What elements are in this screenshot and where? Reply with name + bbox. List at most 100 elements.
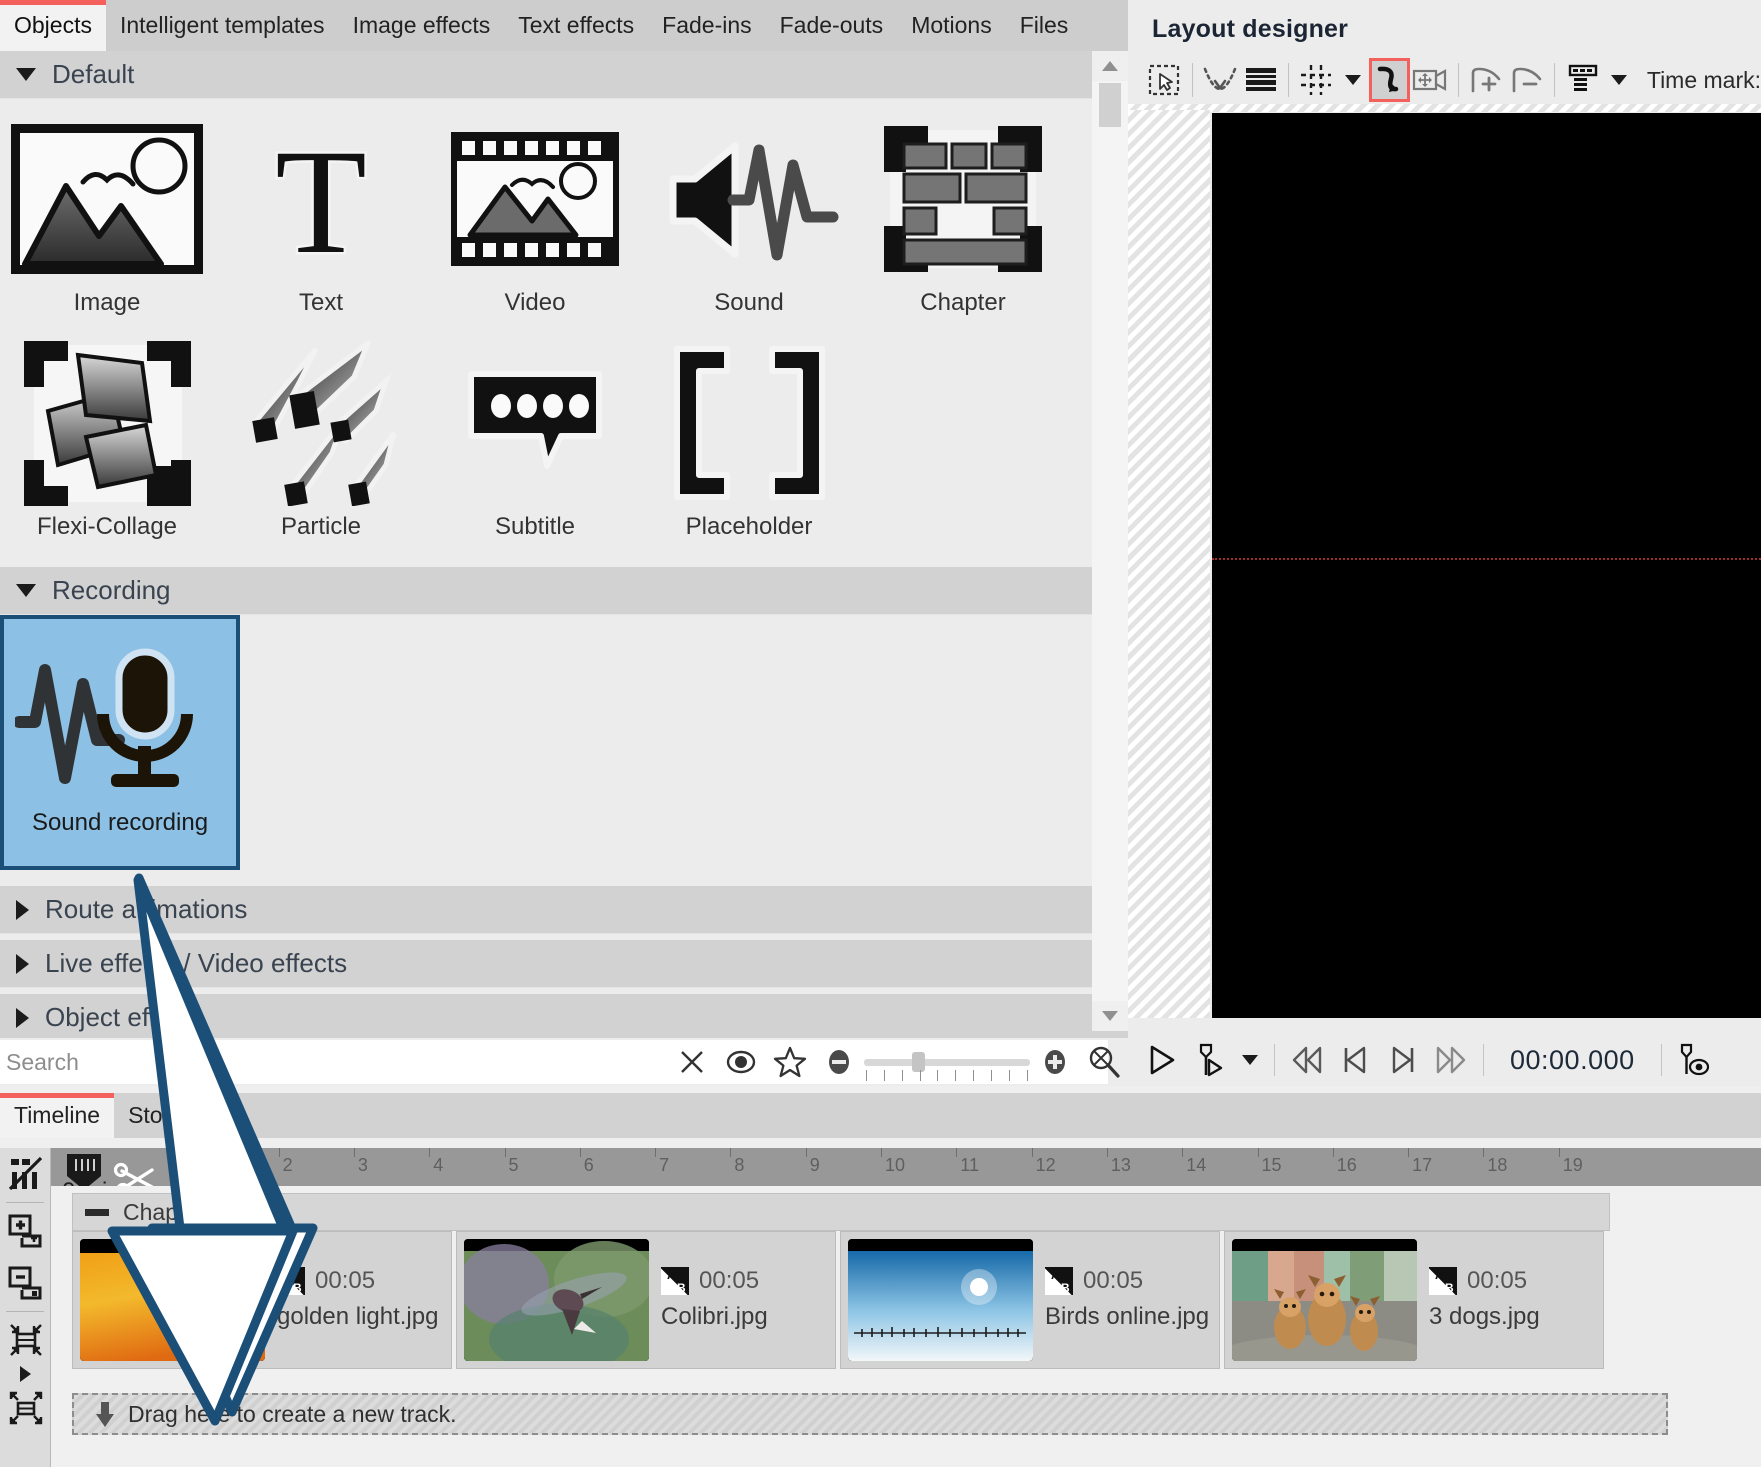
svg-text:B: B: [293, 1281, 302, 1295]
favorites-star-icon[interactable]: [766, 1038, 815, 1086]
chapter-icon: [878, 119, 1048, 279]
timeline-clip[interactable]: A B 00:05 Birds online.jpg: [840, 1231, 1220, 1369]
tab-storyboard[interactable]: Storyboard: [114, 1093, 255, 1138]
toolbar-separator: [1554, 63, 1555, 97]
rewind-button[interactable]: [1283, 1037, 1331, 1083]
ruler-tick: [203, 1148, 204, 1157]
play-from-marker-button[interactable]: [1186, 1037, 1234, 1083]
layers-tool-button[interactable]: [1240, 58, 1281, 102]
section-header-route-animations[interactable]: Route animations: [0, 886, 1128, 934]
object-item-image[interactable]: Image: [0, 111, 214, 321]
svg-text:A: A: [1435, 1268, 1444, 1282]
scroll-down-button[interactable]: [1092, 1001, 1128, 1031]
properties-options-caret-icon[interactable]: [1611, 75, 1627, 85]
object-item-sound-recording[interactable]: Sound recording: [0, 615, 240, 870]
curve-tool-button[interactable]: [1369, 58, 1410, 102]
track-height-caret-icon[interactable]: [0, 1366, 50, 1382]
section-header-live-effects[interactable]: Live effects / Video effects: [0, 940, 1128, 988]
remove-track-tool-button[interactable]: [0, 1257, 51, 1309]
clip-filename: Birds online.jpg: [1045, 1303, 1209, 1331]
duration-text: 00:05: [1467, 1267, 1527, 1295]
object-item-sound[interactable]: Sound: [642, 111, 856, 321]
tab-image-effects[interactable]: Image effects: [339, 0, 505, 51]
tab-objects[interactable]: Objects: [0, 0, 106, 51]
slider-track: [864, 1059, 1030, 1066]
track-label: Chapter 1: [123, 1199, 224, 1226]
grid-tool-button[interactable]: [1296, 58, 1337, 102]
object-item-placeholder[interactable]: Placeholder: [642, 335, 856, 545]
object-item-subtitle[interactable]: Subtitle: [428, 335, 642, 545]
marker-preview-toggle-button[interactable]: [1670, 1037, 1718, 1083]
object-row: Flexi-Collage: [0, 335, 1128, 545]
tab-fade-outs[interactable]: Fade-outs: [766, 0, 898, 51]
camera-move-tool-button[interactable]: [1410, 58, 1451, 102]
time-mark-label: Time mark:: [1647, 67, 1761, 94]
tab-fade-ins[interactable]: Fade-ins: [648, 0, 765, 51]
timecode-display[interactable]: 00:00.000: [1510, 1045, 1635, 1076]
ruler-tick-label: 2: [283, 1155, 293, 1176]
add-keyframe-tool-button[interactable]: [1466, 58, 1507, 102]
tab-intelligent-templates[interactable]: Intelligent templates: [106, 0, 339, 51]
object-item-chapter[interactable]: Chapter: [856, 111, 1070, 321]
selection-tool-button[interactable]: [1144, 58, 1185, 102]
zoom-in-button[interactable]: [1030, 1038, 1079, 1086]
add-track-tool-button[interactable]: [0, 1205, 51, 1257]
object-item-particle[interactable]: Particle: [214, 335, 428, 545]
clip-filename: Colibri.jpg: [661, 1303, 768, 1331]
grid-options-caret-icon[interactable]: [1345, 75, 1361, 85]
object-item-flexi-collage[interactable]: Flexi-Collage: [0, 335, 214, 545]
tab-motions[interactable]: Motions: [897, 0, 1006, 51]
expand-track-tool-button[interactable]: [0, 1382, 51, 1434]
section-header-recording[interactable]: Recording: [0, 567, 1128, 615]
subtitle-icon: [465, 343, 605, 503]
play-button[interactable]: [1138, 1037, 1186, 1083]
clear-search-button[interactable]: [668, 1038, 717, 1086]
preview-canvas[interactable]: [1212, 113, 1761, 1018]
remove-keyframe-tool-button[interactable]: [1506, 58, 1547, 102]
chevron-down-icon: [1102, 1011, 1118, 1021]
slider-knob[interactable]: [912, 1052, 925, 1072]
path-motion-tool-button[interactable]: [1200, 58, 1241, 102]
toolbar-separator: [1288, 63, 1289, 97]
object-item-text[interactable]: T Text: [214, 111, 428, 321]
preview-hatch-left: [1128, 110, 1210, 1018]
reset-zoom-magnifier-icon[interactable]: [1079, 1038, 1128, 1086]
scrollbar-thumb[interactable]: [1099, 83, 1121, 127]
zoom-out-button[interactable]: [815, 1038, 864, 1086]
new-track-dropzone[interactable]: Drag here to create a new track.: [72, 1393, 1668, 1435]
tab-label: Image effects: [353, 12, 491, 39]
scroll-up-button[interactable]: [1092, 51, 1128, 81]
play-options-caret-icon[interactable]: [1242, 1055, 1258, 1065]
tab-timeline[interactable]: Timeline: [0, 1093, 114, 1138]
objects-panel-scrollbar[interactable]: [1092, 51, 1128, 1031]
properties-tool-button[interactable]: [1562, 58, 1603, 102]
svg-text:B: B: [1445, 1281, 1454, 1295]
section-title: Live effects / Video effects: [45, 948, 347, 979]
tab-label: Files: [1020, 12, 1069, 39]
tab-files[interactable]: Files: [1006, 0, 1083, 51]
collapse-track-icon[interactable]: [85, 1209, 109, 1216]
search-tools: [668, 1038, 1128, 1086]
next-button[interactable]: [1379, 1037, 1427, 1083]
track-header[interactable]: Chapter 1: [72, 1193, 1610, 1231]
object-item-video[interactable]: Video: [428, 111, 642, 321]
previous-button[interactable]: [1331, 1037, 1379, 1083]
object-label: Subtitle: [495, 513, 575, 541]
section-header-default[interactable]: Default: [0, 51, 1128, 99]
ruler-tick-label: 3: [358, 1155, 368, 1176]
svg-text:A: A: [1051, 1268, 1060, 1282]
fast-forward-button[interactable]: [1427, 1037, 1475, 1083]
preview-eye-icon[interactable]: [717, 1038, 766, 1086]
ruler-tick-label: 12: [1036, 1155, 1056, 1176]
zoom-slider[interactable]: [864, 1042, 1030, 1082]
timeline-clip[interactable]: A B 00:05 golden light.jpg: [72, 1231, 452, 1369]
timeline-clip[interactable]: A B 00:05 Colibri.jpg: [456, 1231, 836, 1369]
timeline-clip[interactable]: A B 00:05 3 dogs.jpg: [1224, 1231, 1604, 1369]
section-header-object-effects[interactable]: Object effects: [0, 994, 1128, 1042]
ruler-tick-label: 18: [1487, 1155, 1507, 1176]
tab-text-effects[interactable]: Text effects: [504, 0, 648, 51]
mute-track-tool-button[interactable]: [0, 1148, 51, 1200]
timeline-ruler[interactable]: 12345678910111213141516171819: [51, 1148, 1761, 1186]
shrink-track-tool-button[interactable]: [0, 1314, 51, 1366]
objects-panel: Default Image: [0, 51, 1128, 1051]
